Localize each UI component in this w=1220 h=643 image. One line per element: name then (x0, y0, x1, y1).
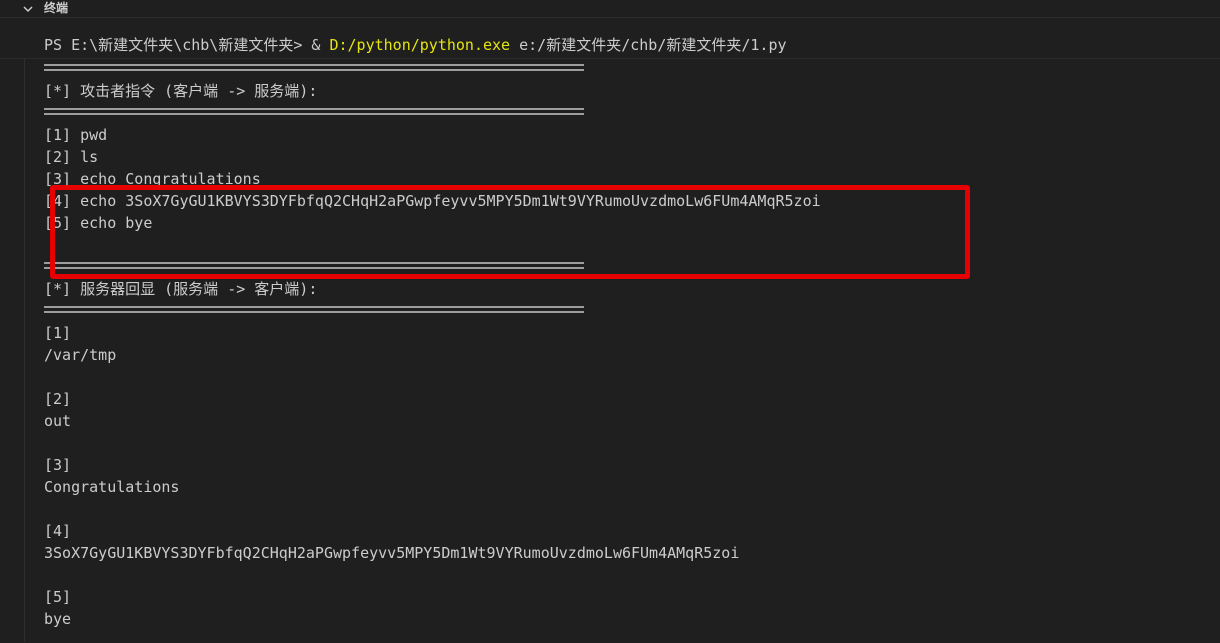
server-response-output: out (44, 412, 72, 430)
server-response-index: [5] (44, 588, 72, 606)
terminal-panel-header[interactable]: 终端 (0, 0, 1220, 18)
server-response-index: [3] (44, 456, 72, 474)
red-highlight-annotation (50, 185, 970, 279)
chevron-down-icon[interactable] (22, 3, 34, 15)
prompt-script-arg: e:/新建文件夹/chb/新建文件夹/1.py (510, 36, 787, 54)
terminal-prompt: PS E:\新建文件夹\chb\新建文件夹> & D:/python/pytho… (0, 34, 1220, 56)
prompt-ps-prefix: PS E:\新建文件夹\chb\新建文件夹> & (44, 36, 330, 54)
server-response-output: 3SoX7GyGU1KBVYS3DYFbfqQ2CHqH2aPGwpfeyvv5… (44, 544, 740, 562)
output-gutter-line (24, 58, 25, 642)
separator-line (44, 64, 584, 71)
prompt-executable: D:/python/python.exe (329, 36, 511, 54)
server-response-output: bye (44, 610, 72, 628)
server-response-index: [2] (44, 390, 72, 408)
prompt-command-line: PS E:\新建文件夹\chb\新建文件夹> & D:/python/pytho… (44, 34, 787, 56)
server-response-output: /var/tmp (44, 346, 117, 364)
attacker-section-heading: [*] 攻击者指令 (客户端 -> 服务端): (44, 82, 318, 100)
attacker-command: [2] ls (44, 148, 99, 166)
attacker-command: [1] pwd (44, 126, 108, 144)
server-response-index: [1] (44, 324, 72, 342)
separator-line (44, 306, 584, 313)
server-response-index: [4] (44, 522, 72, 540)
separator-line (44, 108, 584, 115)
server-response-output: Congratulations (44, 478, 180, 496)
terminal-panel-title: 终端 (44, 1, 69, 15)
server-section-heading: [*] 服务器回显 (服务端 -> 客户端): (44, 280, 318, 298)
